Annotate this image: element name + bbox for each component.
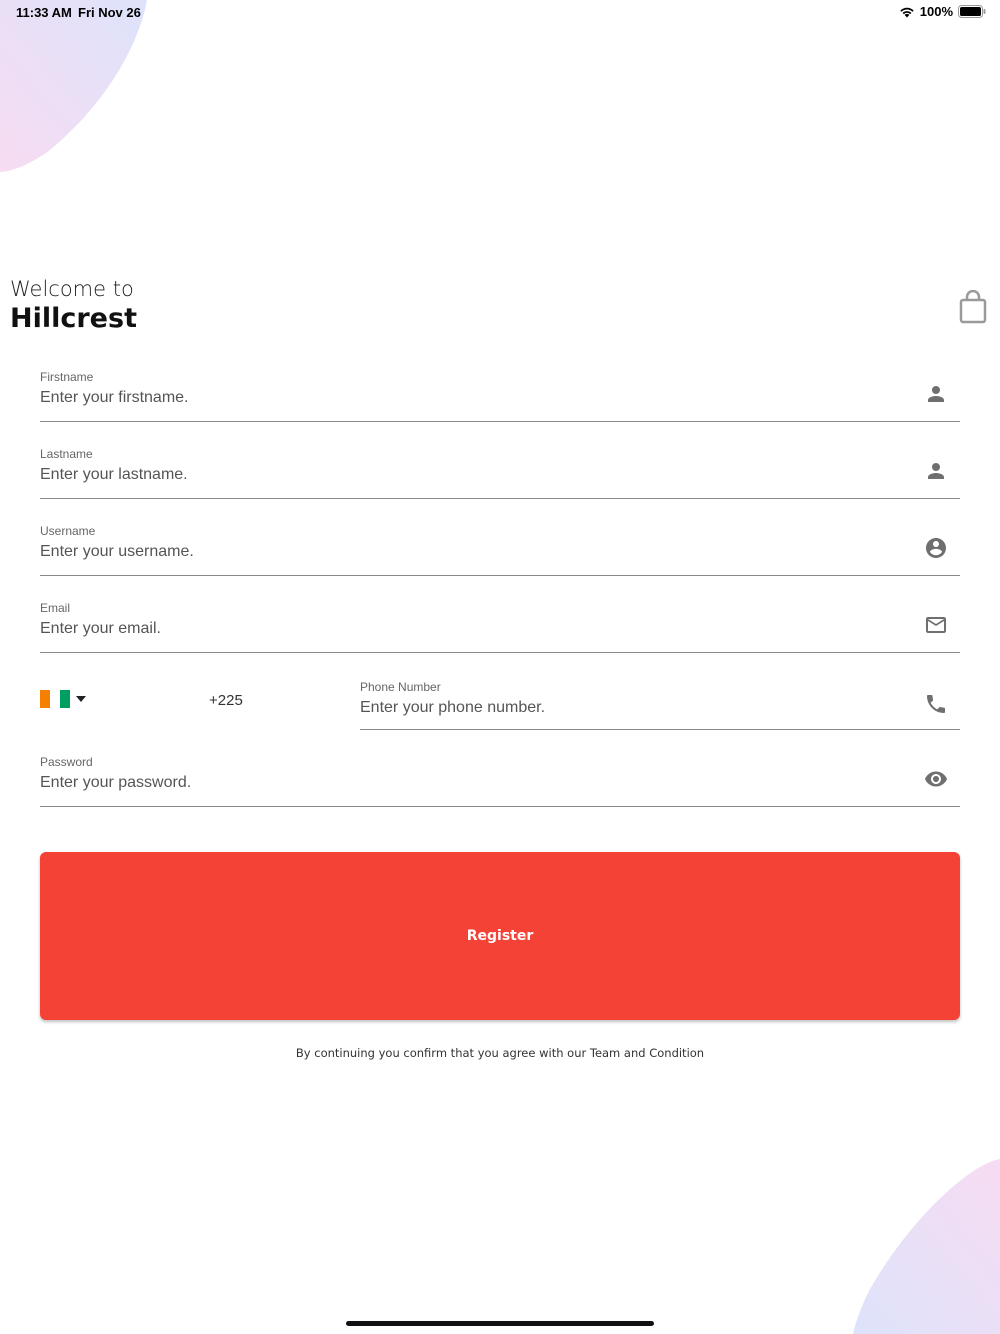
- account-circle-icon: [926, 538, 946, 558]
- wifi-icon: [900, 7, 914, 17]
- phone-icon: [927, 695, 945, 713]
- decorative-blob-bottom: [853, 1159, 1000, 1334]
- phone-number-field[interactable]: Phone Number: [360, 672, 960, 730]
- home-indicator: [346, 1321, 654, 1326]
- password-field[interactable]: Password: [40, 747, 960, 807]
- lastname-input[interactable]: [40, 466, 900, 484]
- phone-number-label: Phone Number: [360, 680, 441, 694]
- phone-number-input[interactable]: [360, 699, 900, 717]
- person-icon: [928, 386, 944, 402]
- username-input[interactable]: [40, 543, 900, 561]
- phone-row: +225 Phone Number: [40, 672, 960, 732]
- lastname-field[interactable]: Lastname: [40, 439, 960, 499]
- username-label: Username: [40, 524, 96, 538]
- firstname-input[interactable]: [40, 389, 900, 407]
- firstname-field[interactable]: Firstname: [40, 362, 960, 422]
- email-field[interactable]: Email: [40, 593, 960, 653]
- firstname-label: Firstname: [40, 370, 94, 384]
- terms-text: By continuing you confirm that you agree…: [295, 1046, 705, 1060]
- status-time: 11:33 AM: [16, 5, 72, 20]
- battery-icon: [958, 5, 986, 18]
- cote-divoire-flag: [40, 690, 70, 708]
- dial-code: +225: [209, 692, 243, 709]
- battery-percentage: 100%: [919, 4, 953, 19]
- decorative-blob-top: [0, 0, 147, 172]
- username-field[interactable]: Username: [40, 516, 960, 576]
- shopping-bag-icon[interactable]: [958, 290, 988, 324]
- brand-title: Hillcrest: [10, 303, 137, 334]
- email-label: Email: [40, 601, 71, 615]
- status-indicators: 100%: [899, 4, 986, 19]
- status-date: Fri Nov 26: [78, 5, 141, 20]
- password-label: Password: [40, 755, 93, 769]
- status-bar: 11:33 AM Fri Nov 26 100%: [0, 0, 1000, 24]
- lastname-label: Lastname: [40, 447, 93, 461]
- dropdown-arrow-icon: [76, 696, 86, 702]
- eye-icon[interactable]: [924, 767, 948, 791]
- mail-icon: [926, 617, 946, 633]
- person-icon: [928, 463, 944, 479]
- welcome-text: Welcome to: [10, 277, 134, 301]
- register-button[interactable]: Register: [40, 852, 960, 1020]
- email-input[interactable]: [40, 620, 900, 638]
- country-picker[interactable]: [40, 690, 86, 708]
- password-input[interactable]: [40, 774, 900, 792]
